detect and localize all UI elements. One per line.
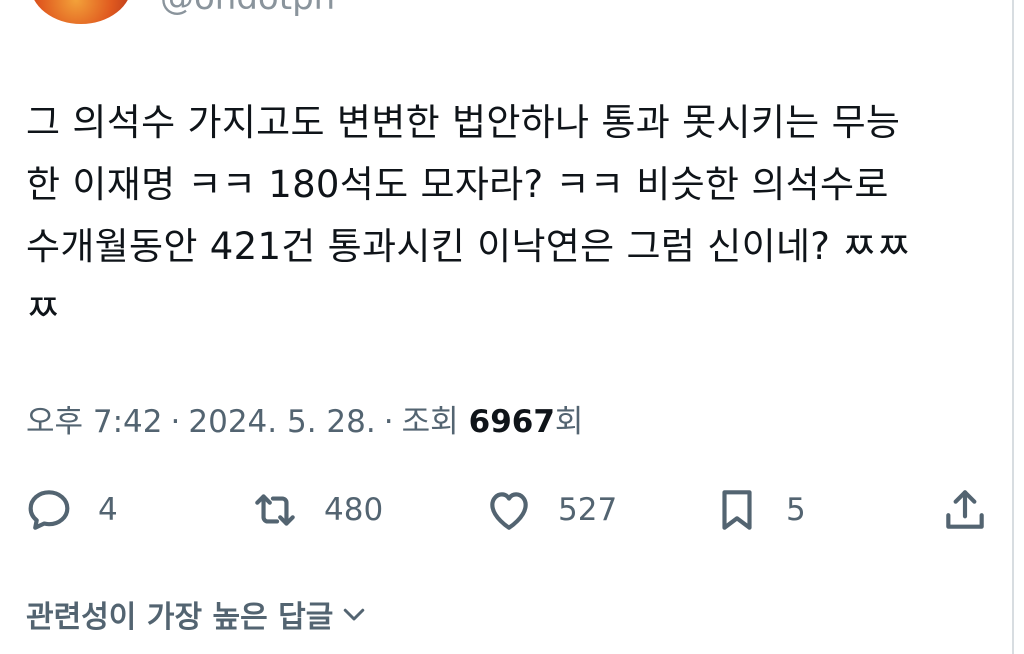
views-count: 6967 (468, 404, 555, 440)
meta-separator: · (170, 404, 181, 440)
retweet-count: 480 (324, 492, 384, 528)
reply-count: 4 (98, 492, 118, 528)
author-handle[interactable]: @ohdotph (160, 0, 335, 18)
tweet-actions: 4 480 527 5 (0, 480, 1010, 540)
replies-sort-dropdown[interactable]: 관련성이 가장 높은 답글 (26, 592, 369, 636)
tweet-text-line: 그 의석수 가지고도 변변한 법안하나 통과 못시키는 무능 (26, 101, 901, 144)
views-suffix: 회 (554, 404, 584, 440)
tweet-text-line: 한 이재명 ㅋㅋ 180석도 모자라? ㅋㅋ 비슷한 의석수로 (26, 163, 889, 206)
tweet-time[interactable]: 오후 7:42 (26, 396, 163, 441)
bookmark-button[interactable]: 5 (712, 480, 806, 540)
share-button[interactable] (940, 480, 990, 540)
views-label: 조회 (401, 404, 459, 440)
like-button[interactable]: 527 (484, 480, 617, 540)
tweet-text-line: ㅉ (26, 287, 61, 330)
share-icon (946, 490, 984, 529)
bookmark-count: 5 (786, 492, 806, 528)
author-avatar[interactable] (30, 0, 132, 24)
retweet-button[interactable]: 480 (250, 480, 383, 540)
tweet-date[interactable]: 2024. 5. 28. (188, 404, 375, 440)
reply-icon (28, 490, 70, 530)
tweet-meta: 오후 7:42 · 2024. 5. 28. · 조회 6967 회 (26, 396, 583, 441)
tweet-text-line: 수개월동안 421건 통과시킨 이낙연은 그럼 신이네? ㅉㅉ (26, 225, 911, 268)
reply-button[interactable]: 4 (24, 480, 118, 540)
retweet-icon (255, 494, 295, 526)
bookmark-icon (722, 490, 752, 530)
scrollbar-edge (1012, 0, 1024, 654)
replies-sort-label: 관련성이 가장 높은 답글 (26, 600, 334, 635)
like-count: 527 (558, 492, 618, 528)
heart-icon (490, 492, 528, 530)
chevron-down-icon (344, 608, 365, 621)
meta-separator: · (383, 404, 394, 440)
tweet-text: 그 의석수 가지고도 변변한 법안하나 통과 못시키는 무능 한 이재명 ㅋㅋ … (26, 92, 986, 340)
